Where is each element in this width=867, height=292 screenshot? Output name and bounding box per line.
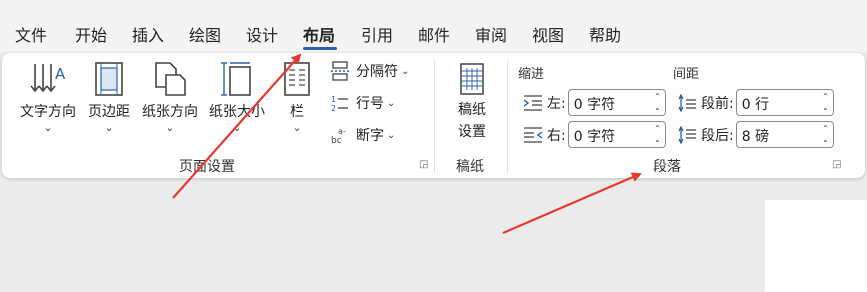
orientation-icon bbox=[155, 62, 186, 96]
chevron-down-icon: ⌄ bbox=[292, 121, 302, 134]
tab-layout[interactable]: 布局 bbox=[303, 22, 335, 46]
spacing-header: 间距 bbox=[673, 67, 700, 82]
svg-text:2: 2 bbox=[331, 104, 336, 113]
indent-right-row: 右: 0 字符 ⌃ ⌄ bbox=[523, 121, 666, 148]
spacing-after-row: 段后: 8 磅 ⌃ ⌄ bbox=[677, 121, 834, 148]
tab-file[interactable]: 文件 bbox=[15, 22, 47, 46]
line-numbers-button[interactable]: 1 2 行号 ⌄ bbox=[330, 93, 395, 113]
paragraph-group-label: 段落 bbox=[653, 159, 681, 175]
spacing-after-label: 段后: bbox=[701, 127, 734, 144]
svg-text:bc: bc bbox=[331, 136, 342, 145]
chevron-down-icon: ⌄ bbox=[401, 65, 410, 77]
spacing-before-value: 0 行 bbox=[741, 97, 770, 113]
tab-design[interactable]: 设计 bbox=[246, 22, 278, 46]
manuscript-group-label: 稿纸 bbox=[456, 159, 484, 175]
tab-review[interactable]: 审阅 bbox=[475, 22, 507, 46]
text-direction-label: 文字方向 bbox=[20, 104, 76, 120]
manuscript-icon bbox=[460, 63, 484, 95]
hyphenation-button[interactable]: a- bc 断字 ⌄ bbox=[330, 125, 395, 145]
chevron-down-icon: ⌄ bbox=[165, 121, 175, 134]
paper-size-icon bbox=[221, 62, 251, 96]
active-tab-indicator bbox=[303, 47, 337, 50]
indent-left-value: 0 字符 bbox=[573, 97, 616, 113]
margins-label: 页边距 bbox=[88, 104, 130, 120]
indent-right-spinner[interactable]: 0 字符 ⌃ ⌄ bbox=[567, 121, 666, 148]
chevron-down-icon: ⌄ bbox=[232, 121, 242, 134]
spacing-after-value: 8 磅 bbox=[741, 129, 770, 145]
tab-home[interactable]: 开始 bbox=[75, 22, 107, 46]
hyphenation-label: 断字 bbox=[356, 128, 384, 144]
svg-text:1: 1 bbox=[331, 95, 336, 104]
columns-label: 栏 bbox=[290, 104, 304, 120]
breaks-icon bbox=[331, 61, 349, 81]
margins-icon bbox=[95, 62, 123, 96]
annotation-arrow-to-paragraph bbox=[502, 172, 642, 235]
chevron-down-icon: ⌄ bbox=[43, 121, 53, 134]
spacing-after-spinner[interactable]: 8 磅 ⌃ ⌄ bbox=[735, 121, 834, 148]
text-direction-button[interactable]: A 文字方向 ⌄ bbox=[16, 61, 80, 133]
spinner-arrows-icon[interactable]: ⌃ ⌄ bbox=[654, 91, 661, 113]
indent-right-value: 0 字符 bbox=[573, 129, 616, 145]
manuscript-settings-button[interactable]: 稿纸 设置 bbox=[450, 63, 494, 141]
spacing-before-icon bbox=[678, 93, 696, 112]
spacing-before-label: 段前: bbox=[701, 95, 734, 112]
indent-left-icon bbox=[523, 94, 542, 111]
line-numbers-label: 行号 bbox=[356, 96, 384, 112]
chevron-down-icon: ⌄ bbox=[387, 97, 396, 109]
group-divider bbox=[507, 61, 508, 173]
columns-button[interactable]: 栏 ⌄ bbox=[280, 61, 314, 133]
manuscript-settings-label-line1: 稿纸 bbox=[458, 102, 486, 118]
manuscript-settings-label-line2: 设置 bbox=[458, 124, 486, 140]
indent-left-row: 左: 0 字符 ⌃ ⌄ bbox=[523, 89, 666, 116]
hyphenation-icon: a- bc bbox=[331, 127, 346, 145]
margins-button[interactable]: 页边距 ⌄ bbox=[84, 61, 134, 133]
chevron-down-icon: ⌄ bbox=[387, 129, 396, 141]
indent-left-label: 左: bbox=[547, 95, 566, 112]
orientation-button[interactable]: 纸张方向 ⌄ bbox=[138, 61, 202, 133]
spinner-arrows-icon[interactable]: ⌃ ⌄ bbox=[822, 91, 829, 113]
chevron-down-icon: ⌄ bbox=[104, 121, 114, 134]
svg-text:A: A bbox=[55, 65, 66, 83]
tab-help[interactable]: 帮助 bbox=[589, 22, 621, 46]
indent-right-label: 右: bbox=[547, 127, 566, 144]
tab-draw[interactable]: 绘图 bbox=[189, 22, 221, 46]
spinner-arrows-icon[interactable]: ⌃ ⌄ bbox=[654, 123, 661, 145]
text-direction-icon: A bbox=[30, 64, 66, 93]
orientation-label: 纸张方向 bbox=[142, 104, 198, 120]
paragraph-dialog-launcher-icon[interactable]: ◲ bbox=[832, 159, 841, 170]
ribbon-layout: A 文字方向 ⌄ 页边距 ⌄ 纸张方向 ⌄ 纸张大小 ⌄ 栏 ⌄ 分隔符 ⌄ 1… bbox=[2, 53, 865, 178]
spacing-before-spinner[interactable]: 0 行 ⌃ ⌄ bbox=[735, 89, 834, 116]
spacing-after-icon bbox=[678, 125, 696, 144]
paper-size-label: 纸张大小 bbox=[209, 104, 265, 120]
paper-size-button[interactable]: 纸张大小 ⌄ bbox=[205, 61, 269, 133]
columns-icon bbox=[284, 62, 310, 96]
group-divider bbox=[434, 61, 435, 173]
page-setup-group-label: 页面设置 bbox=[179, 159, 235, 175]
spacing-before-row: 段前: 0 行 ⌃ ⌄ bbox=[677, 89, 834, 116]
breaks-label: 分隔符 bbox=[356, 64, 398, 80]
indent-left-spinner[interactable]: 0 字符 ⌃ ⌄ bbox=[567, 89, 666, 116]
line-numbers-icon: 1 2 bbox=[331, 95, 348, 113]
tab-insert[interactable]: 插入 bbox=[132, 22, 164, 46]
spinner-arrows-icon[interactable]: ⌃ ⌄ bbox=[822, 123, 829, 145]
document-page[interactable] bbox=[765, 200, 867, 292]
svg-text:a-: a- bbox=[338, 127, 346, 136]
tab-mailings[interactable]: 邮件 bbox=[418, 22, 450, 46]
indent-right-icon bbox=[524, 126, 543, 143]
page-setup-dialog-launcher-icon[interactable]: ◲ bbox=[419, 159, 428, 170]
tab-view[interactable]: 视图 bbox=[532, 22, 564, 46]
menu-tab-bar: 文件 开始 插入 绘图 设计 布局 引用 邮件 审阅 视图 帮助 bbox=[0, 0, 867, 52]
breaks-button[interactable]: 分隔符 ⌄ bbox=[330, 61, 409, 81]
tab-references[interactable]: 引用 bbox=[361, 22, 393, 46]
indent-header: 缩进 bbox=[518, 67, 545, 82]
